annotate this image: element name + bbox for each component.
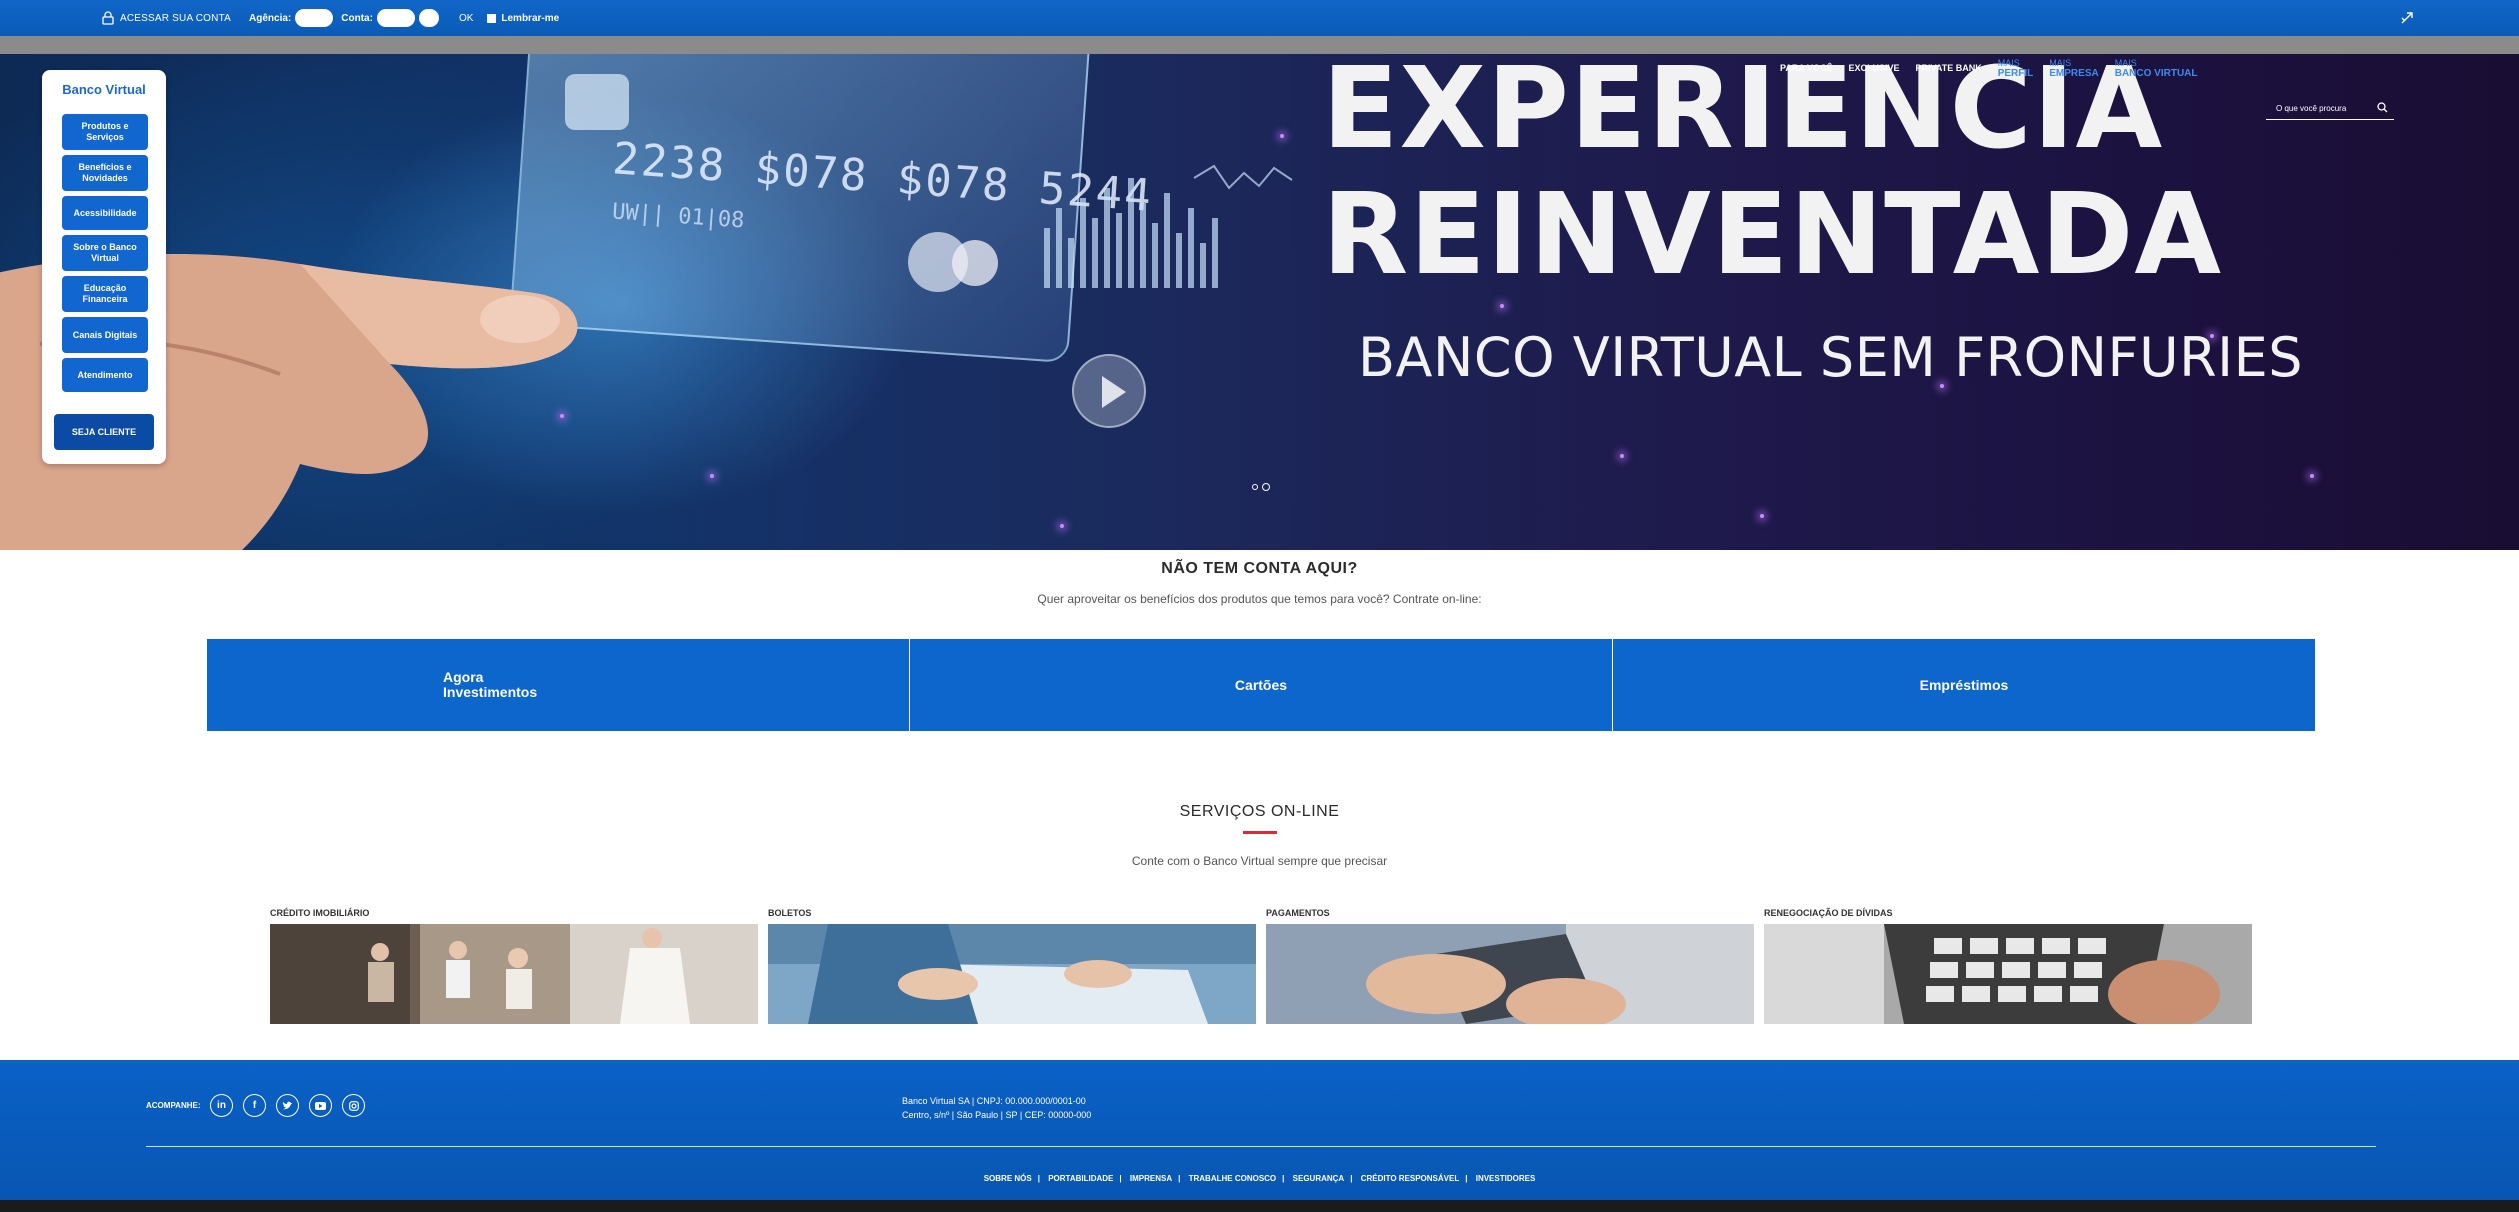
main-nav: PARA VOCÊ EXCLUSIVE PRIVATE BANK MAIS PE… (1780, 52, 2214, 84)
agency-input[interactable] (295, 9, 334, 27)
nav-exclusive[interactable]: EXCLUSIVE (1849, 63, 1900, 73)
service-card-credito[interactable]: CRÉDITO IMOBILIÁRIO (270, 908, 758, 1024)
address-line1: Banco Virtual SA | CNPJ: 00.000.000/0001… (902, 1096, 1086, 1106)
services-subtitle: Conte com o Banco Virtual sempre que pre… (1131, 854, 1388, 868)
agency-label: Agência: (249, 12, 292, 24)
address-line2: Centro, s/nº | São Paulo | SP | CEP: 000… (902, 1110, 1092, 1120)
access-account-link[interactable]: ACESSAR SUA CONTA (120, 13, 231, 24)
nav-mais-banco[interactable]: MAIS BANCO VIRTUAL (2115, 58, 2198, 79)
social-links: in f (210, 1094, 365, 1117)
nav-para-voce[interactable]: PARA VOCÊ (1780, 63, 1833, 73)
footer-link-credito[interactable]: CRÉDITO RESPONSÁVEL (1361, 1174, 1460, 1183)
ok-button[interactable]: OK (459, 13, 473, 24)
side-item-produtos[interactable]: Produtos e Serviços (62, 114, 148, 150)
side-item-acessibilidade[interactable]: Acessibilidade (62, 196, 148, 230)
footer-link-portabilidade[interactable]: PORTABILIDADE (1048, 1174, 1113, 1183)
side-menu-card: Banco Virtual Produtos e Serviços Benefí… (42, 70, 166, 464)
side-item-canais[interactable]: Canais Digitais (62, 317, 148, 353)
account-input[interactable] (376, 9, 415, 27)
footer-link-seguranca[interactable]: SEGURANÇA (1293, 1174, 1345, 1183)
service-image-phone[interactable] (1266, 924, 1754, 1024)
service-label-boletos: BOLETOS (768, 908, 812, 918)
youtube-icon[interactable] (309, 1094, 332, 1117)
side-item-educacao[interactable]: Educação Financeira (62, 276, 148, 312)
side-menu: Produtos e Serviços Benefícios e Novidad… (62, 114, 148, 397)
twitter-icon[interactable] (276, 1094, 299, 1117)
tile-cartoes-label: Cartões (1234, 677, 1288, 693)
company-address: Banco Virtual SA | CNPJ: 00.000.000/0001… (902, 1094, 1091, 1122)
nav-mais-empresa-label: EMPRESA (2049, 67, 2099, 79)
tile-agora-investimentos[interactable]: Agora Investimentos (207, 639, 909, 731)
service-image-calculator[interactable] (1764, 924, 2252, 1024)
hero-headline-line2: REINVENTADA (1322, 170, 2223, 300)
nav-mais-perfil[interactable]: MAIS PERFIL (1998, 58, 2034, 79)
service-label-pagamentos: PAGAMENTOS (1266, 908, 1330, 918)
carousel-pager (1252, 483, 1270, 491)
follow-label: ACOMPANHE: (146, 1101, 201, 1110)
footer-link-trabalhe[interactable]: TRABALHE CONOSCO (1189, 1174, 1277, 1183)
service-card-renegociacao[interactable]: RENEGOCIAÇÃO DE DÍVIDAS (1764, 908, 2252, 1024)
play-video-button[interactable] (1072, 354, 1146, 428)
hero-subheadline: BANCO VIRTUAL SEM FRONFURIES (1358, 326, 2303, 389)
tile-emprestimos-label: Empréstimos (1919, 677, 2009, 693)
side-menu-title: Banco Virtual (62, 82, 146, 97)
nav-mais-banco-small: MAIS (2114, 57, 2137, 68)
nav-mais-perfil-small: MAIS (1997, 57, 2020, 68)
nav-mais-empresa[interactable]: MAIS EMPRESA (2049, 58, 2098, 79)
search-icon[interactable] (2377, 102, 2388, 115)
carousel-dot-1[interactable] (1252, 484, 1258, 490)
tile-emprestimos[interactable]: Empréstimos (1613, 639, 2315, 731)
become-client-button[interactable]: SEJA CLIENTE (54, 414, 154, 450)
facebook-icon[interactable]: f (243, 1094, 266, 1117)
remember-me-checkbox[interactable]: Lembrar-me (487, 13, 559, 24)
account-title: NÃO TEM CONTA AQUI? (1161, 560, 1358, 577)
lock-icon (102, 11, 114, 25)
service-image-documents[interactable] (768, 924, 1256, 1024)
instagram-icon[interactable] (342, 1094, 365, 1117)
service-card-boletos[interactable]: BOLETOS (768, 908, 1256, 1024)
side-item-atendimento[interactable]: Atendimento (62, 358, 148, 392)
footer-link-sobre[interactable]: SOBRE NÓS (984, 1174, 1032, 1183)
service-image-family[interactable] (270, 924, 758, 1024)
search-input[interactable]: O que você procura (2276, 104, 2377, 113)
nav-mais-perfil-label: PERFIL (1997, 67, 2034, 79)
product-tiles: Agora Investimentos Cartões Empréstimos (207, 639, 2315, 731)
tile-agora-label: Agora Investimentos (443, 669, 538, 700)
hero-headline: EXPERIENCIA REINVENTADA (1322, 54, 2322, 298)
bottom-strip (0, 1200, 2519, 1212)
account-digit-input[interactable] (418, 9, 439, 27)
account-label: Conta: (341, 12, 373, 24)
nav-private-bank[interactable]: PRIVATE BANK (1916, 63, 1982, 73)
account-subtitle: Quer aproveitar os benefícios dos produt… (1037, 592, 1482, 606)
nav-mais-empresa-small: MAIS (2049, 57, 2072, 68)
page: { "topbar": { "access_label": "ACESSAR S… (0, 0, 2519, 1212)
side-item-beneficios[interactable]: Benefícios e Novidades (62, 155, 148, 191)
carousel-dot-2[interactable] (1262, 483, 1270, 491)
card-brand-circle-right (952, 240, 998, 286)
services-title-underline (1243, 831, 1277, 834)
footer-divider (146, 1146, 2376, 1147)
service-card-pagamentos[interactable]: PAGAMENTOS (1266, 908, 1754, 1024)
remember-me-label: Lembrar-me (501, 12, 560, 24)
footer-link-investidores[interactable]: INVESTIDORES (1476, 1174, 1536, 1183)
services-title: SERVIÇOS ON-LINE (1179, 803, 1340, 820)
tile-cartoes[interactable]: Cartões (910, 639, 1612, 731)
linkedin-icon[interactable]: in (210, 1094, 233, 1117)
search-box[interactable]: O que você procura (2266, 98, 2394, 120)
side-item-sobre[interactable]: Sobre o Banco Virtual (62, 235, 148, 271)
footer-links: SOBRE NÓS | PORTABILIDADE | IMPRENSA | TRAB… (983, 1174, 1536, 1183)
bar-chart-graphic (1044, 164, 1293, 288)
nav-mais-banco-label: BANCO VIRTUAL (2114, 67, 2198, 79)
service-label-renegociacao: RENEGOCIAÇÃO DE DÍVIDAS (1764, 908, 1893, 918)
accessibility-icon[interactable] (2399, 10, 2415, 29)
footer-link-imprensa[interactable]: IMPRENSA (1130, 1174, 1172, 1183)
service-label-credito: CRÉDITO IMOBILIÁRIO (270, 908, 370, 918)
top-login-bar: ACESSAR SUA CONTA Agência: Conta: OK Lem… (0, 0, 2519, 36)
checkbox-icon[interactable] (487, 13, 497, 23)
hero-banner[interactable]: 2238 $078 $078 5244 UW|| 01|08 EXPERIENC… (0, 54, 2519, 550)
footer: ACOMPANHE: in f Banco Virtual SA | CNPJ:… (0, 1060, 2519, 1212)
